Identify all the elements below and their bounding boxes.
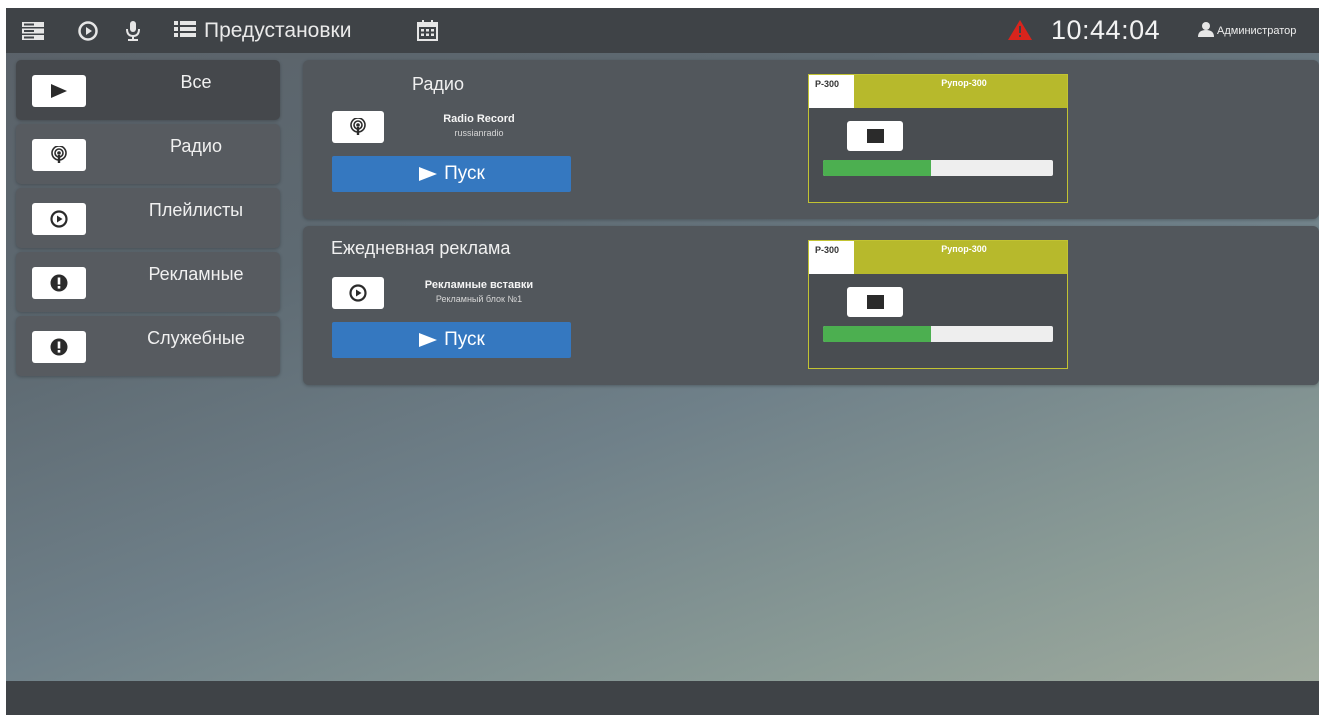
podcast-icon[interactable] — [332, 111, 384, 143]
server-icon[interactable] — [20, 8, 46, 53]
volume-bar[interactable] — [823, 160, 1053, 176]
presets-menu[interactable]: Предустановки — [174, 8, 351, 53]
source-name: Radio Record — [443, 113, 515, 125]
bottom-bar — [6, 681, 1319, 715]
microphone-icon[interactable] — [122, 8, 144, 53]
preset-title: Радио — [412, 74, 464, 94]
calendar-icon[interactable] — [415, 8, 439, 53]
sidebar-item-service[interactable]: Служебные — [16, 316, 280, 376]
device-panel: P-300 Рупор-300 — [808, 74, 1068, 203]
user-name: Администратор — [1217, 24, 1297, 37]
device-panel: P-300 Рупор-300 — [808, 240, 1068, 369]
volume-bar[interactable] — [823, 326, 1053, 342]
podcast-icon — [32, 139, 86, 171]
presets-label: Предустановки — [204, 18, 352, 42]
source-subtitle: russianradio — [454, 128, 504, 138]
device-id: P-300 — [809, 75, 854, 108]
sidebar-item-radio[interactable]: Радио — [16, 124, 280, 184]
play-circle-icon[interactable] — [76, 8, 100, 53]
clock: 10:44:04 — [1051, 15, 1161, 45]
play-icon — [32, 75, 86, 107]
start-button-label: Пуск — [444, 163, 485, 184]
list-icon — [174, 19, 196, 43]
sidebar-item-label: Радио — [170, 136, 222, 156]
stop-icon — [866, 129, 884, 143]
source-subtitle: Рекламный блок №1 — [435, 294, 523, 304]
volume-fill — [823, 160, 932, 176]
sidebar-item-label: Все — [180, 72, 212, 92]
warning-icon[interactable] — [1008, 20, 1032, 45]
preset-card: Ежедневная реклама Рекламные вставки Рек… — [303, 226, 1319, 385]
sidebar-item-label: Плейлисты — [148, 200, 244, 220]
sidebar-item-label: Служебные — [147, 328, 245, 348]
stop-button[interactable] — [847, 287, 903, 317]
sidebar-item-label: Рекламные — [148, 264, 244, 284]
preset-card: Радио Radio Record russianradio Пуск P-3… — [303, 60, 1319, 219]
play-icon — [419, 333, 438, 347]
exclamation-circle-icon — [32, 267, 86, 299]
top-bar: Предустановки 10:44:04 Администратор — [6, 8, 1319, 53]
start-button[interactable]: Пуск — [332, 156, 571, 192]
user-menu[interactable]: Администратор — [1198, 8, 1296, 53]
device-header: P-300 Рупор-300 — [809, 241, 1067, 274]
sidebar-item-ads[interactable]: Рекламные — [16, 252, 280, 312]
device-name: Рупор-300 — [941, 244, 987, 254]
start-button-label: Пуск — [444, 329, 485, 350]
source-name: Рекламные вставки — [424, 279, 534, 291]
stop-button[interactable] — [847, 121, 903, 151]
volume-fill — [823, 326, 932, 342]
device-id: P-300 — [809, 241, 854, 274]
device-name: Рупор-300 — [941, 78, 987, 88]
user-icon — [1198, 21, 1217, 40]
sidebar-item-playlists[interactable]: Плейлисты — [16, 188, 280, 248]
play-circle-icon — [32, 203, 86, 235]
preset-title: Ежедневная реклама — [331, 238, 511, 258]
stop-icon — [866, 295, 884, 309]
start-button[interactable]: Пуск — [332, 322, 571, 358]
exclamation-circle-icon — [32, 331, 86, 363]
app-window: Предустановки 10:44:04 Администратор Все… — [6, 8, 1319, 715]
play-circle-icon[interactable] — [332, 277, 384, 309]
sidebar-item-all[interactable]: Все — [16, 60, 280, 120]
device-header: P-300 Рупор-300 — [809, 75, 1067, 108]
play-icon — [419, 167, 438, 181]
